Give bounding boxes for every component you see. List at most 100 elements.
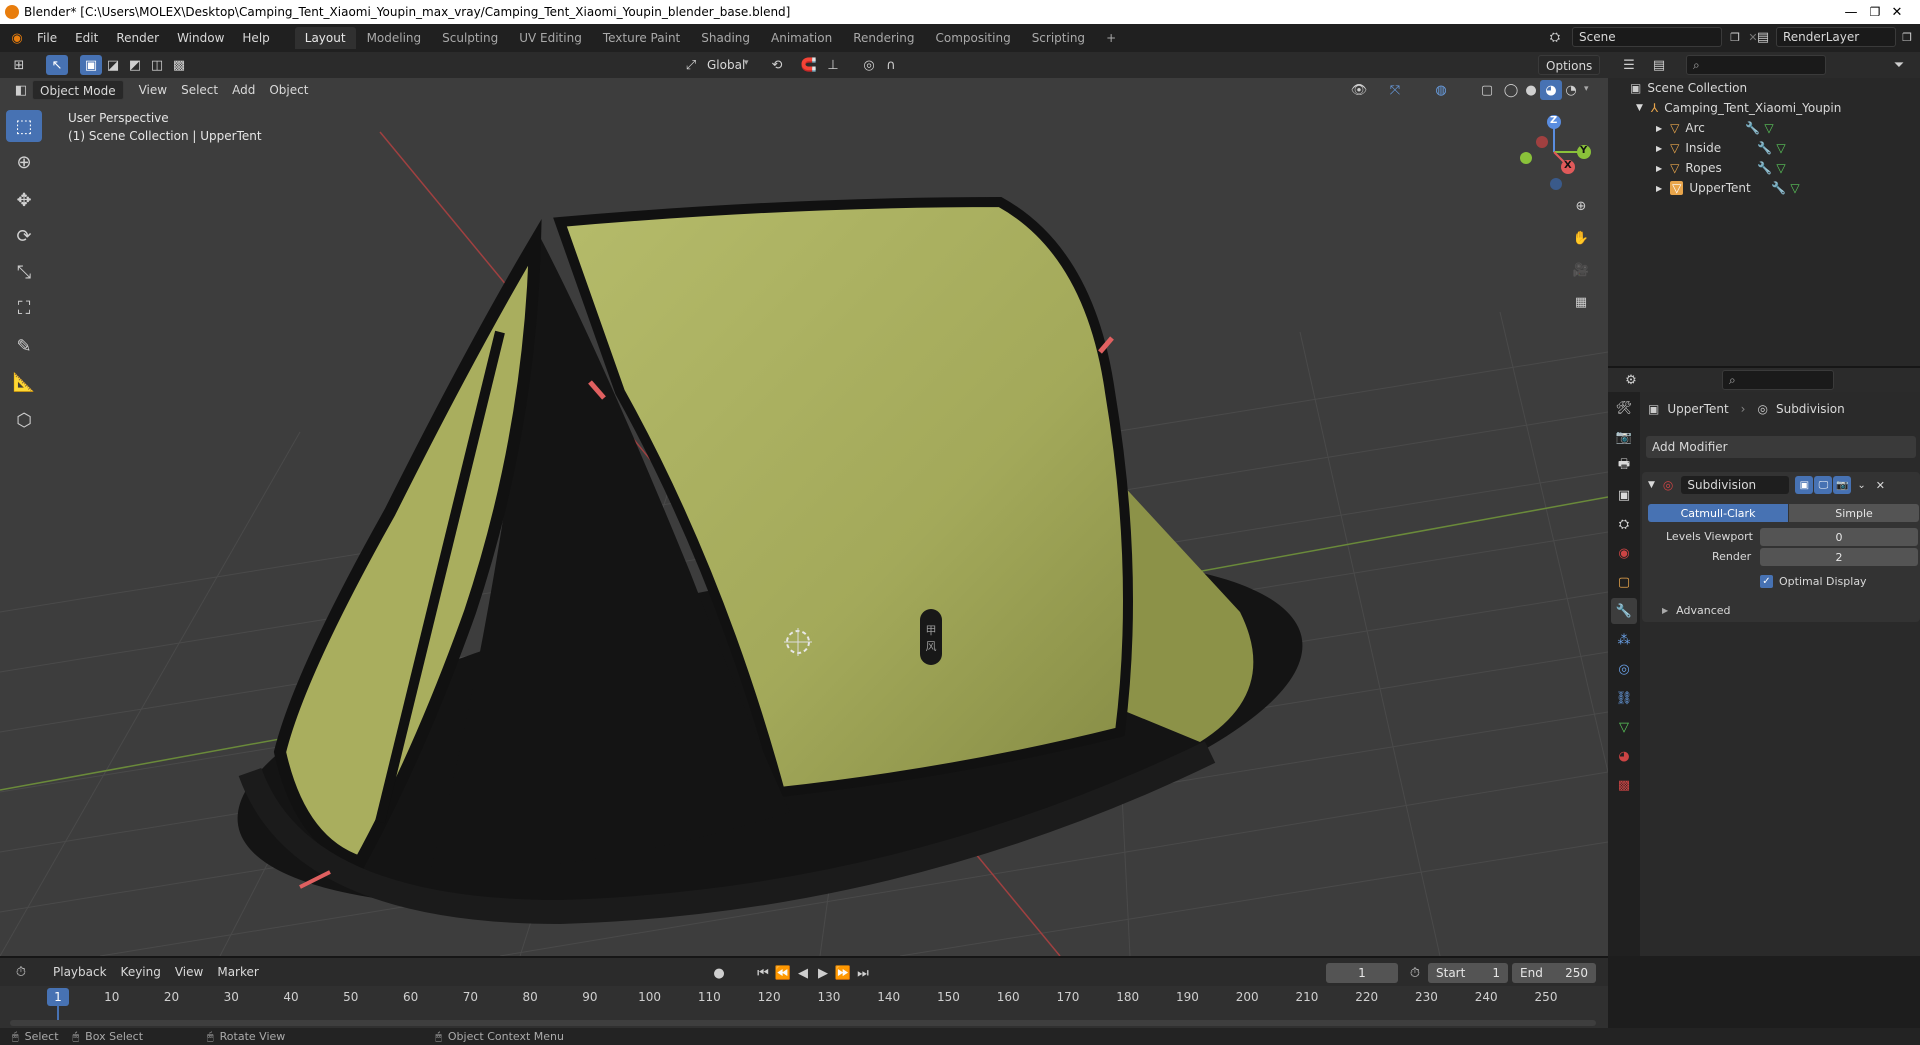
tree-row-scene-collection[interactable]: ▣ Scene Collection: [1630, 78, 1747, 98]
menu-playback[interactable]: Playback: [46, 962, 114, 982]
overlay-toggle-icon[interactable]: ◍: [1430, 80, 1452, 100]
menu-edit[interactable]: Edit: [66, 27, 107, 49]
add-cube-tool-icon[interactable]: ⬡: [6, 404, 42, 436]
proportional-editing-icon[interactable]: ◎: [858, 55, 880, 75]
physics-tab-icon[interactable]: ◎: [1611, 656, 1637, 682]
play-reverse-icon[interactable]: ◀: [792, 963, 814, 983]
menu-object[interactable]: Object: [262, 80, 315, 100]
advanced-subpanel[interactable]: ▶ Advanced: [1662, 604, 1731, 617]
tab-rendering[interactable]: Rendering: [843, 27, 924, 49]
perspective-grid-icon[interactable]: ▦: [1570, 292, 1592, 312]
jump-start-icon[interactable]: ⏮: [752, 963, 774, 983]
shading-chevron-icon[interactable]: ▾: [1584, 84, 1589, 94]
view-layer-tab-icon[interactable]: ▣: [1611, 482, 1637, 508]
tab-scripting[interactable]: Scripting: [1022, 27, 1095, 49]
material-tab-icon[interactable]: ◕: [1611, 743, 1637, 769]
tab-compositing[interactable]: Compositing: [925, 27, 1020, 49]
select-tool-icon[interactable]: ↖: [46, 55, 68, 75]
tab-texture-paint[interactable]: Texture Paint: [593, 27, 690, 49]
menu-file[interactable]: File: [28, 27, 66, 49]
display-mode-icon[interactable]: ▤: [1648, 55, 1670, 75]
current-frame-field[interactable]: 1: [1326, 963, 1398, 983]
expand-arrow-icon[interactable]: ▶: [1656, 124, 1662, 133]
render-levels-field[interactable]: 2: [1760, 548, 1918, 566]
renderlayer-selector[interactable]: RenderLayer: [1776, 27, 1896, 47]
shading-solid-icon[interactable]: ●: [1520, 80, 1542, 100]
renderlayer-browse-icon[interactable]: ▤: [1752, 27, 1774, 47]
shading-rendered-icon[interactable]: ◔: [1560, 80, 1582, 100]
scale-tool-icon[interactable]: ⤡: [6, 256, 42, 288]
select-extend-icon[interactable]: ◪: [102, 55, 124, 75]
select-subtract-icon[interactable]: ◩: [124, 55, 146, 75]
modifier-menu-chevron-icon[interactable]: ⌄: [1857, 480, 1865, 491]
render-toggle-icon[interactable]: 📷: [1833, 476, 1852, 494]
output-tab-icon[interactable]: 🖶: [1611, 453, 1637, 479]
select-invert-icon[interactable]: ◫: [146, 55, 168, 75]
falloff-icon[interactable]: ∩: [880, 55, 902, 75]
render-tab-icon[interactable]: 📷: [1611, 424, 1637, 450]
expand-arrow-icon[interactable]: ▶: [1656, 144, 1662, 153]
measure-tool-icon[interactable]: 📐: [6, 366, 42, 398]
menu-view[interactable]: View: [132, 80, 174, 100]
menu-render[interactable]: Render: [107, 27, 168, 49]
optimal-display-checkbox[interactable]: ✓: [1760, 575, 1773, 588]
pivot-point-icon[interactable]: ⟲: [766, 55, 788, 75]
expand-arrow-icon[interactable]: ▼: [1636, 103, 1643, 113]
filter-icon[interactable]: ⏷: [1888, 55, 1910, 75]
select-new-icon[interactable]: ▣: [80, 55, 102, 75]
renderlayer-copy-icon[interactable]: ❐: [1896, 27, 1918, 47]
editor-type-icon[interactable]: ⊞: [8, 55, 30, 75]
visibility-icon[interactable]: 👁: [1348, 80, 1370, 100]
particles-tab-icon[interactable]: ⁂: [1611, 627, 1637, 653]
3d-viewport[interactable]: 甲 风 Z Y X ⊕ ✋ 🎥 ▦ User Perspective (1) S…: [0, 52, 1608, 956]
mode-dropdown[interactable]: Object Mode: [32, 80, 124, 100]
add-workspace-button[interactable]: +: [1096, 27, 1126, 49]
auto-keying-icon[interactable]: ●: [708, 963, 730, 983]
object-tab-icon[interactable]: ▢: [1611, 569, 1637, 595]
tool-tab-icon[interactable]: 🛠: [1611, 395, 1637, 421]
preview-range-icon[interactable]: ⏱: [1404, 963, 1426, 983]
levels-viewport-field[interactable]: 0: [1760, 528, 1918, 546]
texture-tab-icon[interactable]: ▩: [1611, 772, 1637, 798]
edit-mode-toggle-icon[interactable]: ▣: [1795, 476, 1814, 494]
remove-modifier-icon[interactable]: ✕: [1876, 479, 1885, 492]
simple-button[interactable]: Simple: [1789, 504, 1919, 522]
tree-row-inside[interactable]: ▶ ▽ Inside 🔧 ▽: [1656, 138, 1786, 158]
properties-editor-icon[interactable]: ⚙: [1620, 370, 1642, 390]
zoom-icon[interactable]: ⊕: [1570, 196, 1592, 216]
scene-browse-icon[interactable]: ⛭: [1544, 27, 1566, 47]
jump-end-icon[interactable]: ⏭: [852, 963, 874, 983]
transform-tool-icon[interactable]: ⛶: [6, 292, 42, 324]
snap-target-icon[interactable]: ⊥: [822, 55, 844, 75]
menu-timeline-view[interactable]: View: [168, 962, 210, 982]
tab-sculpting[interactable]: Sculpting: [432, 27, 508, 49]
scene-tab-icon[interactable]: ⛭: [1611, 511, 1637, 537]
shading-wireframe-icon[interactable]: ◯: [1500, 80, 1522, 100]
menu-window[interactable]: Window: [168, 27, 233, 49]
select-intersect-icon[interactable]: ▩: [168, 55, 190, 75]
transform-orientation-icon[interactable]: ⤢: [680, 55, 702, 75]
pan-hand-icon[interactable]: ✋: [1570, 228, 1592, 248]
close-button[interactable]: ✕: [1874, 0, 1920, 24]
catmull-clark-button[interactable]: Catmull-Clark: [1648, 504, 1788, 522]
tree-row-uppertent[interactable]: ▶ ▽ UpperTent 🔧 ▽: [1656, 178, 1800, 198]
camera-view-icon[interactable]: 🎥: [1570, 260, 1592, 280]
jump-keyframe-back-icon[interactable]: ⏪: [772, 963, 794, 983]
timeline-scrollbar[interactable]: [10, 1020, 1596, 1026]
outliner-editor-icon[interactable]: ☰: [1618, 55, 1640, 75]
menu-help[interactable]: Help: [233, 27, 278, 49]
gizmo-toggle-icon[interactable]: ⤧: [1384, 80, 1406, 100]
modifier-tab-icon[interactable]: 🔧: [1611, 598, 1637, 624]
data-tab-icon[interactable]: ▽: [1611, 714, 1637, 740]
start-frame-field[interactable]: Start 1: [1428, 963, 1508, 983]
menu-add[interactable]: Add: [225, 80, 262, 100]
move-tool-icon[interactable]: ✥: [6, 184, 42, 216]
add-modifier-button[interactable]: Add Modifier: [1646, 436, 1916, 458]
blender-menu-icon[interactable]: ◉: [6, 28, 28, 48]
timeline-editor-icon[interactable]: ⏱: [10, 962, 32, 982]
tree-row-arc[interactable]: ▶ ▽ Arc 🔧 ▽: [1656, 118, 1774, 138]
expand-arrow-icon[interactable]: ▶: [1656, 184, 1662, 193]
tab-layout[interactable]: Layout: [294, 27, 356, 49]
expand-arrow-icon[interactable]: ▶: [1656, 164, 1662, 173]
tab-uv-editing[interactable]: UV Editing: [509, 27, 592, 49]
